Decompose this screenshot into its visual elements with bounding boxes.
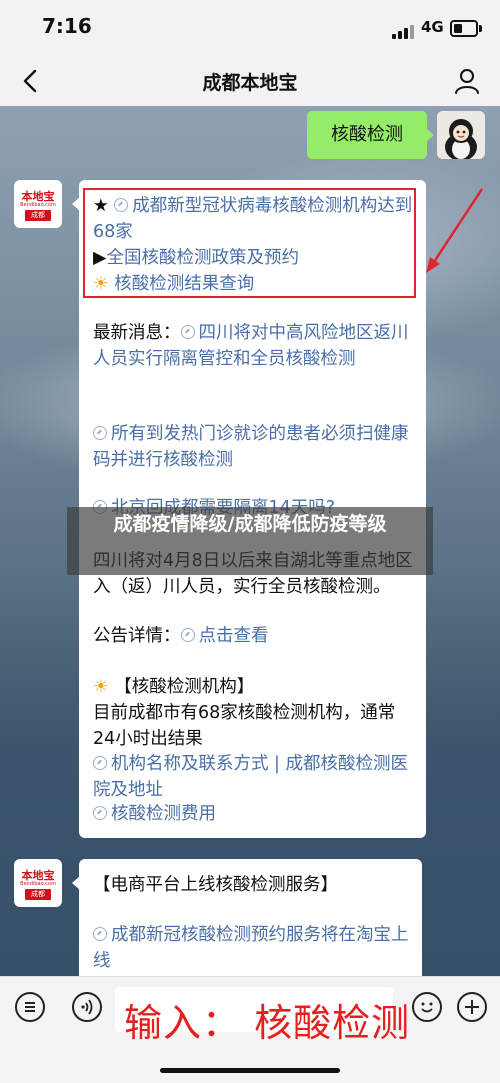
fever-paragraph: 所有到发热门诊就诊的患者必须扫健康码并进行核酸检测 — [93, 421, 413, 473]
user-avatar[interactable] — [437, 111, 485, 159]
link-test-fees[interactable]: 核酸检测费用 — [111, 804, 216, 824]
home-indicator[interactable] — [160, 1068, 340, 1073]
bot-avatar[interactable]: 本地宝 Bendibao.com 成都 — [14, 180, 62, 228]
link-taobao-booking[interactable]: 成都新冠核酸检测预约服务将在淘宝上线 — [93, 925, 409, 971]
link-icon — [93, 756, 107, 770]
emoji-icon[interactable] — [412, 992, 442, 1022]
voice-icon[interactable] — [72, 992, 102, 1022]
news-label: 最新消息： — [93, 323, 181, 343]
institution-links: 机构名称及联系方式 | 成都核酸检测医院及地址 — [93, 751, 413, 803]
institution-paragraph: 目前成都市有68家核酸检测机构，通常24小时出结果 — [93, 700, 413, 752]
user-message-bubble[interactable]: 核酸检测 — [307, 111, 434, 159]
status-time: 7:16 — [42, 14, 92, 38]
network-type: 4G — [421, 18, 444, 36]
status-bar: 7:16 4G — [0, 0, 500, 56]
add-icon[interactable] — [457, 992, 487, 1022]
fee-line: 核酸检测费用 — [93, 801, 413, 827]
link-notice-details[interactable]: 点击查看 — [199, 626, 269, 646]
link-icon — [180, 325, 195, 339]
institution-title: ☀ 【核酸检测机构】 — [93, 674, 413, 700]
link-icon — [93, 927, 107, 941]
chat-header: 成都本地宝 — [0, 56, 500, 107]
ecommerce-title: 【电商平台上线核酸检测服务】 — [93, 875, 338, 895]
logo-domain: Bendibao.com — [20, 881, 56, 887]
signal-icon — [392, 25, 414, 39]
headline-overlay: 成都疫情降级/成都降低防疫等级 — [67, 507, 433, 575]
news-paragraph: 最新消息： 四川将对中高风险地区返川人员实行隔离管控和全员核酸检测 — [93, 320, 413, 372]
logo-city: 成都 — [25, 210, 51, 221]
sun-icon: ☀ — [93, 677, 109, 697]
chat-title: 成都本地宝 — [202, 72, 298, 94]
link-icon — [93, 806, 107, 820]
menu-icon[interactable] — [15, 992, 45, 1022]
battery-icon — [450, 20, 482, 37]
institution-text: 目前成都市有68家核酸检测机构，通常24小时出结果 — [93, 703, 396, 749]
logo-domain: Bendibao.com — [20, 202, 56, 208]
profile-icon[interactable] — [452, 66, 482, 96]
institution-heading: 【核酸检测机构】 — [114, 677, 255, 697]
notice-paragraph: 公告详情： 点击查看 — [93, 623, 413, 649]
notice-label: 公告详情： — [93, 626, 181, 646]
penguin-avatar-icon — [437, 111, 485, 159]
link-institution-contacts[interactable]: 机构名称及联系方式 | 成都核酸检测医院及地址 — [93, 754, 408, 800]
input-caption: 输入： 核酸检测 — [124, 1001, 411, 1045]
arrow-icon — [426, 188, 484, 273]
ecommerce-paragraph: 成都新冠核酸检测预约服务将在淘宝上线 — [93, 922, 413, 974]
link-fever-clinic[interactable]: 所有到发热门诊就诊的患者必须扫健康码并进行核酸检测 — [93, 424, 409, 470]
bot-avatar[interactable]: 本地宝 Bendibao.com 成都 — [14, 859, 62, 907]
logo-city: 成都 — [25, 889, 51, 900]
bot-message-card-2: 【电商平台上线核酸检测服务】 成都新冠核酸检测预约服务将在淘宝上线 — [72, 859, 422, 989]
link-icon — [180, 628, 195, 642]
highlight-box — [83, 188, 416, 298]
link-icon — [93, 426, 107, 440]
headline-text: 成都疫情降级/成都降低防疫等级 — [113, 513, 387, 535]
